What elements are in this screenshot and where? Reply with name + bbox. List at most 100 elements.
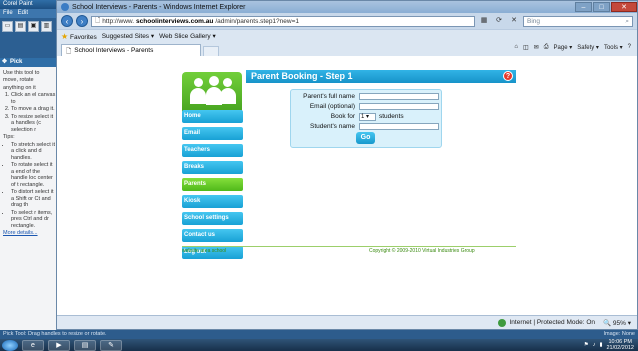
address-prefix: http://www. (102, 17, 135, 25)
clock[interactable]: 10:06 PM 21/02/2012 (606, 339, 634, 351)
explorer-taskbar-icon[interactable]: ▤ (74, 339, 96, 351)
panel-line: anything on it (3, 84, 36, 91)
help-icon-ie[interactable]: ? (628, 44, 631, 51)
close-button[interactable]: ✕ (611, 2, 637, 12)
safety-menu[interactable]: Safety ▾ (577, 44, 599, 51)
paint-title: Corel Paint (0, 0, 59, 9)
refresh-icon[interactable]: ⟳ (493, 16, 505, 27)
open-file-icon[interactable]: ▤ (15, 21, 26, 32)
panel-step: To move a drag it. (11, 106, 56, 113)
pick-tool-icon: ✥ (2, 59, 8, 65)
media-player-taskbar-icon[interactable]: ▶ (48, 339, 70, 351)
minimize-button[interactable]: – (575, 2, 592, 12)
new-tab-button[interactable] (203, 46, 219, 56)
nav-school-settings[interactable]: School settings (182, 212, 243, 225)
start-button[interactable] (2, 339, 18, 351)
email-input[interactable] (359, 103, 439, 110)
student-name-input[interactable] (359, 123, 439, 130)
volume-icon[interactable]: ♪ (593, 342, 596, 348)
paint-statusbar: Pick Tool: Drag handles to resize or rot… (0, 330, 638, 339)
new-file-icon[interactable]: ▭ (2, 21, 13, 32)
menu-file[interactable]: File (3, 10, 13, 17)
home-icon[interactable]: ⌂ (514, 44, 518, 51)
panel-title: Pick (10, 59, 23, 65)
suggested-sites-link[interactable]: Suggested Sites ▾ (102, 32, 154, 40)
panel-line: move, rotate (3, 77, 34, 83)
web-slice-link[interactable]: Web Slice Gallery ▾ (159, 32, 216, 40)
nav-teachers[interactable]: Teachers (182, 144, 243, 157)
maximize-button[interactable]: □ (593, 2, 610, 12)
address-domain: schoolinterviews.com.au (136, 17, 214, 25)
email-label: Email (optional) (309, 103, 355, 110)
star-icon: ★ (61, 31, 69, 41)
zoom-level[interactable]: 🔍 95% ▾ (603, 319, 631, 327)
paint-taskbar-icon[interactable]: ✎ (100, 339, 122, 351)
footer-divider (182, 246, 516, 247)
flag-icon[interactable]: ⚑ (584, 342, 589, 348)
windows-taskbar: e ▶ ▤ ✎ ⚑ ♪ ▮ 10:06 PM 21/02/2012 (0, 339, 638, 351)
web-slice-label: Web Slice Gallery (159, 33, 211, 40)
nav-parents[interactable]: Parents (182, 178, 243, 191)
footer-copyright: Copyright © 2009-2010 Virtual Industries… (369, 248, 475, 254)
student-name-label: Student's name (310, 123, 355, 130)
zoom-level-value: 95% (612, 319, 626, 327)
tools-menu[interactable]: Tools ▾ (604, 44, 623, 51)
search-input[interactable]: Bing ⌕ (523, 15, 633, 27)
chevron-down-icon: ▾ (366, 114, 370, 120)
tab-title: School Interviews - Parents (74, 47, 154, 54)
clock-date: 21/02/2012 (606, 345, 634, 351)
favorites-bar: ★ Favorites Suggested Sites ▾ Web Slice … (57, 29, 637, 42)
paint-status-left: Pick Tool: Drag handles to resize or rot… (3, 331, 107, 337)
menu-edit[interactable]: Edit (18, 10, 28, 17)
page-title: Parent Booking - Step 1 (251, 71, 353, 81)
window-title: School Interviews - Parents - Windows In… (72, 3, 246, 11)
tip-item: To stretch select it a click and d handl… (11, 142, 56, 162)
parent-name-row: Parent's full name (291, 93, 443, 101)
paint-window: Corel Paint File Edit ▭ ▤ ▣ ▥ ✥ Pick Use… (0, 0, 60, 330)
stop-icon[interactable]: ✕ (508, 16, 520, 27)
go-button[interactable]: Go (356, 132, 375, 144)
address-bar[interactable]: 🗋 http://www. schoolinterviews.com.au/adm… (91, 15, 475, 27)
compatibility-icon[interactable]: ▦ (478, 16, 490, 27)
page-menu-label: Page (553, 45, 568, 51)
paste-icon[interactable]: ▥ (41, 21, 52, 32)
nav-kiosk[interactable]: Kiosk (182, 195, 243, 208)
globe-icon (498, 318, 507, 327)
nav-breaks[interactable]: Breaks (182, 161, 243, 174)
page-menu[interactable]: Page ▾ (554, 44, 573, 51)
back-button[interactable]: ‹ (61, 15, 73, 27)
nav-home[interactable]: Home (182, 110, 243, 123)
favorites-button[interactable]: ★ Favorites (61, 32, 97, 41)
tips-label: Tips: (3, 134, 15, 140)
search-engine-label: Bing (527, 17, 541, 25)
security-zone-label: Internet | Protected Mode: On (509, 319, 595, 326)
main-nav: Home Email Teachers Breaks Parents Kiosk… (182, 110, 243, 263)
tab-row: 🗋 School Interviews - Parents ⌂ ◫ ✉ ⎙ Pa… (57, 42, 637, 56)
feeds-icon[interactable]: ◫ (523, 44, 529, 51)
booking-form: Parent's full name Email (optional) Book… (290, 89, 442, 148)
student-count-value: 1 (361, 114, 365, 120)
page-title-bar: Parent Booking - Step 1 ? (246, 70, 516, 83)
print-icon[interactable]: ⎙ (544, 44, 549, 51)
save-icon[interactable]: ▣ (28, 21, 39, 32)
nav-email[interactable]: Email (182, 127, 243, 140)
panel-steps: Click an el canvas to To move a drag it.… (3, 92, 56, 133)
student-count-select[interactable]: 1 ▾ (359, 113, 376, 121)
paint-menubar: File Edit (0, 9, 59, 18)
forward-button[interactable]: › (76, 15, 88, 27)
search-icon[interactable]: ⌕ (625, 18, 629, 25)
ie-taskbar-icon[interactable]: e (22, 339, 44, 351)
parent-name-input[interactable] (359, 93, 439, 100)
book-for-label: Book for (330, 113, 355, 120)
ie-statusbar: Internet | Protected Mode: On 🔍 95% ▾ (57, 315, 637, 329)
more-details-link[interactable]: More details... (3, 230, 56, 237)
tips-list: To stretch select it a click and d handl… (3, 142, 56, 230)
mail-icon[interactable]: ✉ (534, 44, 539, 51)
security-zone[interactable]: Internet | Protected Mode: On (498, 318, 595, 327)
tip-item: To distort select it a Shift or Ct and d… (11, 189, 56, 209)
tab-school-interviews[interactable]: 🗋 School Interviews - Parents (61, 44, 201, 56)
network-icon[interactable]: ▮ (599, 342, 602, 348)
nav-contact-us[interactable]: Contact us (182, 229, 243, 242)
students-label: students (379, 113, 404, 120)
help-icon[interactable]: ? (503, 71, 513, 81)
